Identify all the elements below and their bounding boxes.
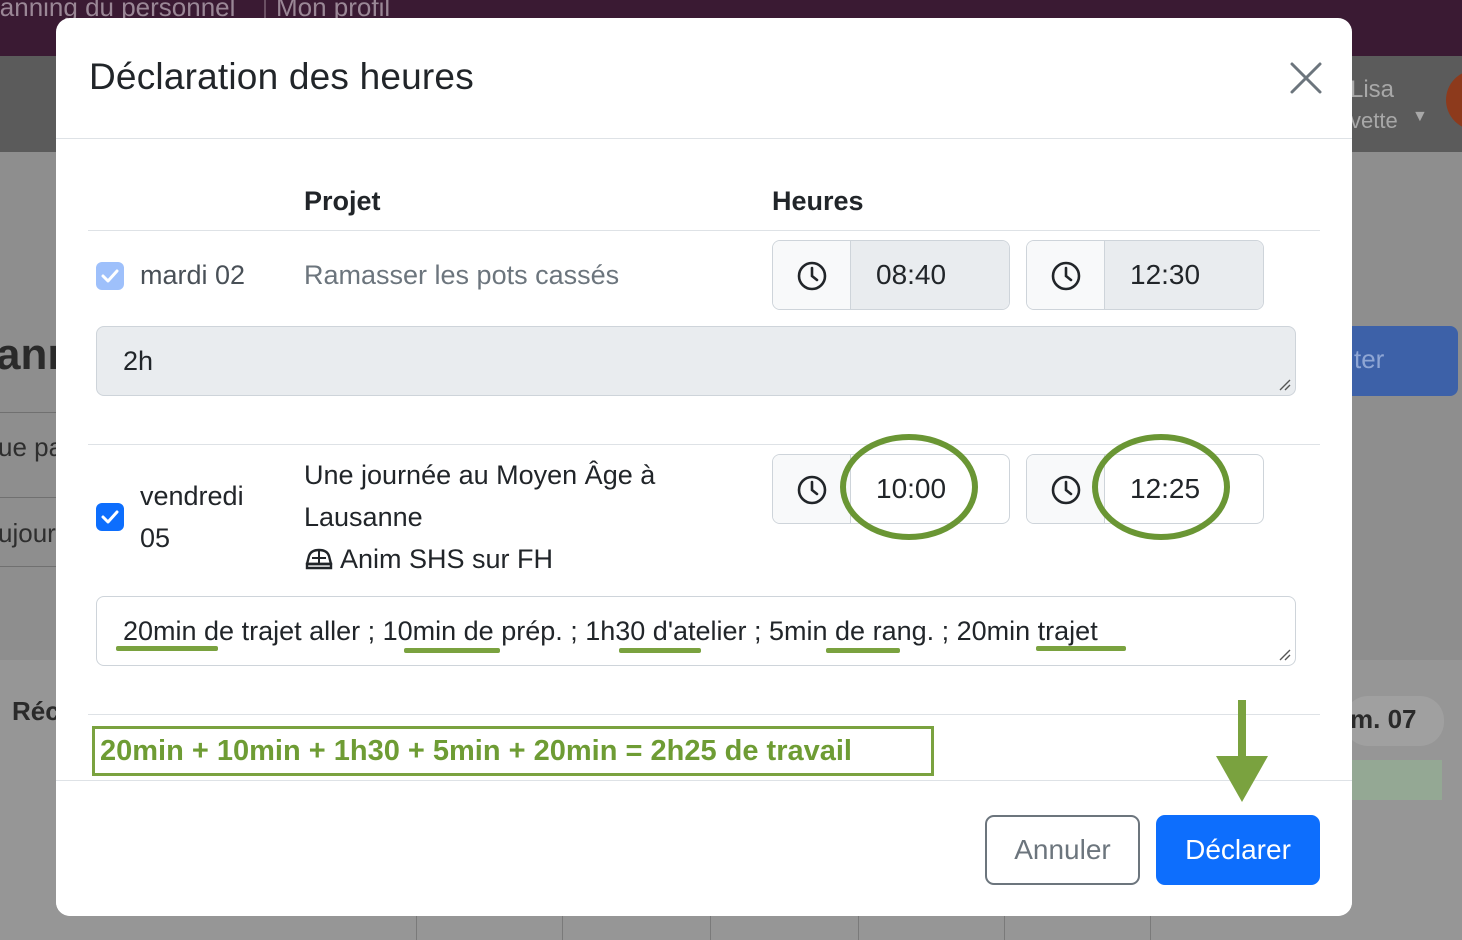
annotation-underline bbox=[826, 648, 900, 653]
background-action-label: ter bbox=[1354, 344, 1385, 374]
row-day-label: mardi 02 bbox=[140, 260, 246, 290]
annotation-underline bbox=[404, 648, 500, 653]
row-project-name: Ramasser les pots cassés bbox=[304, 260, 620, 290]
arrow-down-icon bbox=[1216, 700, 1268, 802]
annotation-circle-start bbox=[840, 434, 978, 540]
chevron-down-icon[interactable]: ▼ bbox=[1412, 108, 1428, 126]
resize-grip-icon[interactable] bbox=[1277, 377, 1291, 391]
divider bbox=[416, 916, 417, 940]
background-tab-1[interactable]: ue pa bbox=[0, 432, 63, 463]
row-checkbox-vendredi[interactable] bbox=[96, 503, 124, 531]
divider bbox=[1150, 916, 1151, 940]
annotation-calculation: 20min + 10min + 1h30 + 5min + 20min = 2h… bbox=[92, 726, 934, 776]
divider bbox=[0, 566, 56, 567]
divider bbox=[88, 230, 1320, 231]
car-icon bbox=[305, 548, 333, 570]
check-icon bbox=[101, 269, 119, 283]
declare-button[interactable]: Déclarer bbox=[1156, 815, 1320, 885]
resize-grip-icon[interactable] bbox=[1277, 647, 1291, 661]
divider bbox=[1004, 916, 1005, 940]
divider bbox=[858, 916, 859, 940]
background-section-title: Réc bbox=[12, 696, 60, 726]
modal-title: Déclaration des heures bbox=[89, 56, 474, 97]
annotation-underline bbox=[116, 646, 218, 651]
comment-text: 20min de trajet aller ; 10min de prép. ;… bbox=[123, 616, 1098, 646]
row-day-label: vendredi bbox=[140, 481, 244, 511]
column-header-project: Projet bbox=[304, 186, 381, 216]
end-time-input[interactable]: 12:30 bbox=[1026, 240, 1264, 310]
divider bbox=[562, 916, 563, 940]
divider bbox=[88, 714, 1320, 715]
background-date-label: m. 07 bbox=[1350, 704, 1417, 734]
user-first-name[interactable]: Lisa bbox=[1350, 76, 1394, 104]
row-checkbox-mardi[interactable] bbox=[96, 262, 124, 290]
comment-textarea[interactable]: 20min de trajet aller ; 10min de prép. ;… bbox=[96, 596, 1296, 666]
divider bbox=[710, 916, 711, 940]
cancel-button[interactable]: Annuler bbox=[985, 815, 1140, 885]
row-project-name: Une journée au Moyen Âge à bbox=[304, 460, 656, 490]
background-action-button[interactable]: ter bbox=[1340, 326, 1458, 396]
annotation-underline bbox=[1036, 646, 1126, 651]
comment-text: 2h bbox=[123, 346, 154, 376]
modal-footer: Annuler Déclarer bbox=[56, 780, 1352, 916]
start-time-value[interactable]: 08:40 bbox=[851, 241, 1009, 309]
close-button[interactable] bbox=[1286, 58, 1326, 98]
end-time-value[interactable]: 12:30 bbox=[1105, 241, 1263, 309]
modal-header: Déclaration des heures bbox=[56, 18, 1352, 139]
close-icon bbox=[1290, 62, 1322, 94]
background-date-badge: m. 07 bbox=[1344, 696, 1444, 746]
column-header-hours: Heures bbox=[772, 186, 864, 216]
background-green-bar bbox=[1350, 760, 1442, 800]
comment-textarea[interactable]: 2h bbox=[96, 326, 1296, 396]
annotation-circle-end bbox=[1092, 434, 1230, 540]
row-day-number: 05 bbox=[140, 523, 171, 553]
background-tab-2[interactable]: ujour bbox=[0, 518, 56, 549]
declaration-modal: Déclaration des heures Projet Heures mar… bbox=[56, 18, 1352, 916]
annotation-underline bbox=[619, 648, 701, 653]
check-icon bbox=[101, 510, 119, 524]
clock-icon bbox=[1027, 241, 1105, 309]
start-time-input[interactable]: 08:40 bbox=[772, 240, 1010, 310]
row-project-tag: Anim SHS sur FH bbox=[304, 538, 553, 580]
user-last-name[interactable]: vette bbox=[1350, 108, 1398, 134]
row-project-name-cont: Lausanne bbox=[304, 502, 423, 532]
clock-icon bbox=[773, 241, 851, 309]
project-tag-label: Anim SHS sur FH bbox=[340, 544, 554, 574]
